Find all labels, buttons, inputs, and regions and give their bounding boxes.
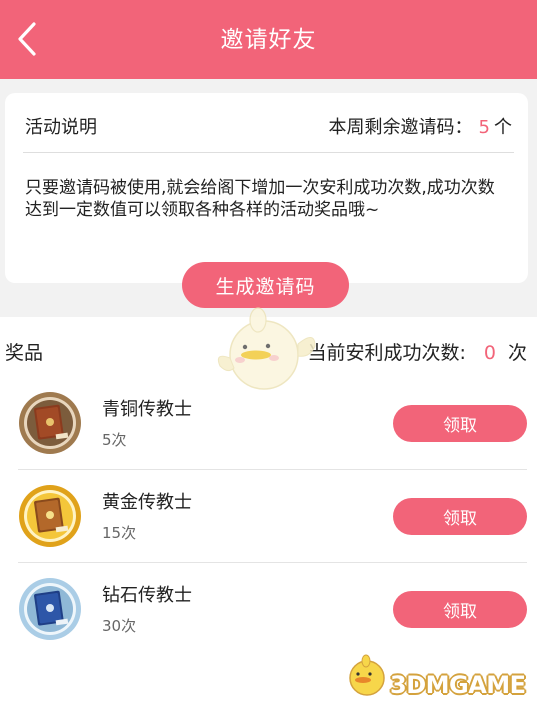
prize-count: 15次 [102, 524, 137, 542]
prize-name: 黄金传教士 [102, 492, 192, 513]
success-count: 当前安利成功次数: 0 次 [307, 338, 527, 365]
prizes-title: 奖品 [5, 342, 44, 364]
remaining-value: 5 [478, 117, 490, 138]
divider [23, 152, 514, 153]
activity-description: 只要邀请码被使用,就会给阁下增加一次安利成功次数,成功次数达到一定数值可以领取各… [25, 178, 495, 220]
claim-button[interactable]: 领取 [393, 405, 527, 442]
claim-button[interactable]: 领取 [393, 591, 527, 628]
prize-row-gold: 黄金传教士 15次 领取 [0, 470, 537, 562]
prize-count: 30次 [102, 617, 137, 635]
prize-name: 青铜传教士 [102, 399, 192, 420]
diamond-book-medal-icon [19, 578, 81, 640]
prize-count: 5次 [102, 431, 127, 449]
gold-book-medal-icon [19, 485, 81, 547]
prize-row-bronze: 青铜传教士 5次 领取 [0, 377, 537, 469]
claim-button[interactable]: 领取 [393, 498, 527, 535]
prize-row-diamond: 钻石传教士 30次 领取 [0, 563, 537, 655]
success-label: 当前安利成功次数: [307, 342, 466, 364]
success-unit: 次 [507, 342, 527, 364]
watermark-text: 3DMGAME [390, 671, 526, 699]
remaining-codes: 本周剩余邀请码： 5 个 [329, 113, 512, 139]
page-title: 邀请好友 [220, 27, 317, 53]
bronze-book-medal-icon [19, 392, 81, 454]
prize-name: 钻石传教士 [102, 585, 192, 606]
activity-card: 活动说明 本周剩余邀请码： 5 个 只要邀请码被使用,就会给阁下增加一次安利成功次数… [5, 93, 528, 283]
remaining-label: 本周剩余邀请码： [328, 117, 473, 138]
app-header: 邀请好友 [0, 0, 537, 79]
remaining-unit: 个 [494, 117, 512, 138]
activity-title: 活动说明 [25, 117, 97, 138]
success-value: 0 [483, 342, 496, 364]
